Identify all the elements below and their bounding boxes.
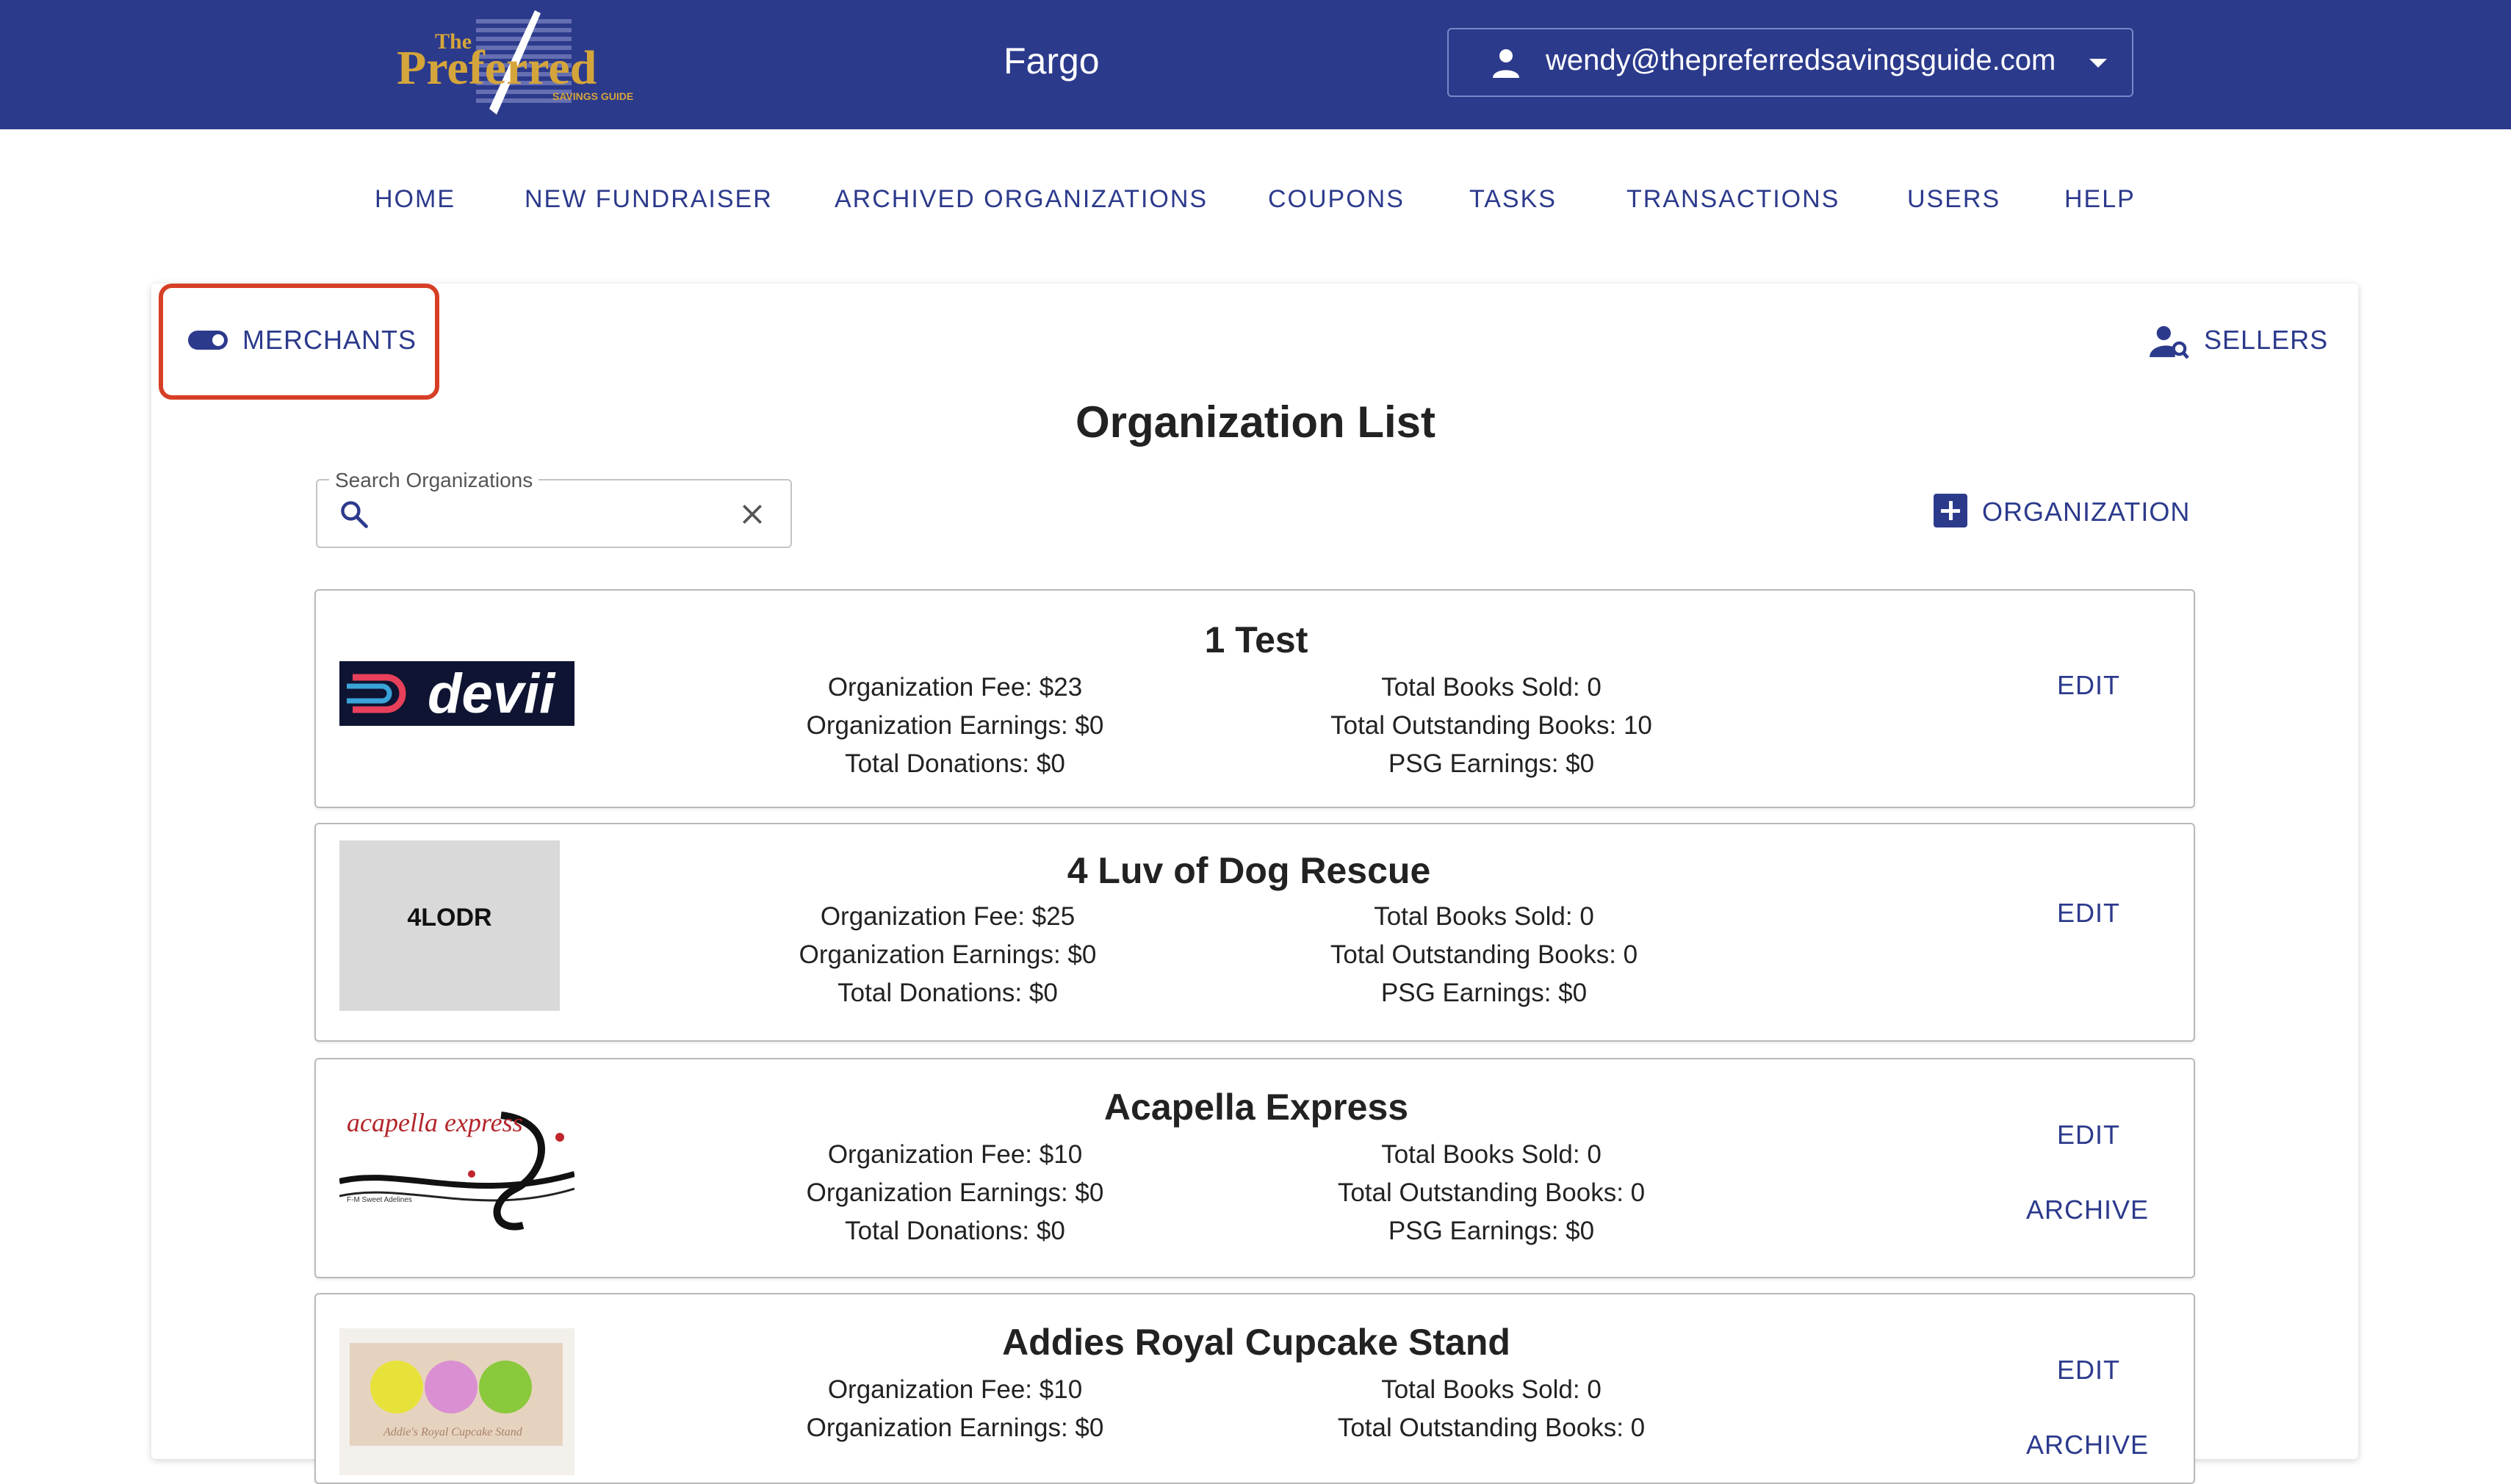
- logo-subtext: F-M Sweet Adelines: [347, 1196, 412, 1204]
- nav-item-help[interactable]: HELP: [2064, 185, 2136, 214]
- logo-sub-text: SAVINGS GUIDE: [552, 90, 633, 102]
- archive-button[interactable]: ARCHIVE: [2026, 1430, 2149, 1460]
- nav-item-home[interactable]: HOME: [375, 185, 455, 214]
- merchants-button[interactable]: MERCHANTS: [242, 325, 417, 356]
- preferred-savings-guide-logo[interactable]: The Preferred SAVINGS GUIDE: [395, 7, 645, 122]
- total-books-sold: Total Books Sold: 0: [1381, 1140, 1602, 1169]
- nav-item-transactions[interactable]: TRANSACTIONS: [1626, 185, 1840, 214]
- organization-name: 1 Test: [1204, 619, 1308, 660]
- search-input[interactable]: [382, 492, 720, 533]
- organization-fee: Organization Fee: $25: [820, 902, 1076, 931]
- logo-main-text: Preferred: [397, 41, 597, 95]
- logo-text: 4LODR: [407, 904, 492, 932]
- organization-earnings: Organization Earnings: $0: [799, 940, 1097, 969]
- logo-text: devii: [428, 663, 556, 725]
- total-outstanding-books: Total Outstanding Books: 10: [1330, 711, 1652, 740]
- search-label: Search Organizations: [329, 469, 539, 492]
- total-donations: Total Donations: $0: [845, 749, 1065, 778]
- nav-item-coupons[interactable]: COUPONS: [1268, 185, 1405, 214]
- user-account-menu[interactable]: wendy@thepreferredsavingsguide.com: [1447, 28, 2133, 97]
- chevron-down-icon: [2089, 59, 2107, 68]
- add-box-icon[interactable]: [1934, 494, 1967, 527]
- nav-item-tasks[interactable]: TASKS: [1469, 185, 1557, 214]
- total-outstanding-books: Total Outstanding Books: 0: [1337, 1413, 1646, 1442]
- organization-row: acapella express F-M Sweet Adelines Acap…: [314, 1058, 2195, 1278]
- edit-button[interactable]: EDIT: [2057, 1355, 2120, 1386]
- toggle-icon[interactable]: [188, 331, 228, 350]
- organization-name: 4 Luv of Dog Rescue: [1067, 850, 1431, 891]
- person-icon: [1493, 49, 1519, 78]
- psg-earnings: PSG Earnings: $0: [1388, 1217, 1595, 1245]
- total-books-sold: Total Books Sold: 0: [1381, 1375, 1602, 1404]
- organization-fee: Organization Fee: $10: [827, 1140, 1083, 1169]
- total-outstanding-books: Total Outstanding Books: 0: [1330, 940, 1638, 969]
- user-email: wendy@thepreferredsavingsguide.com: [1546, 44, 2056, 76]
- organization-fee: Organization Fee: $23: [827, 673, 1083, 702]
- organization-row: Addie's Royal Cupcake Stand Addies Royal…: [314, 1293, 2195, 1484]
- organization-earnings: Organization Earnings: $0: [806, 1178, 1104, 1207]
- organization-earnings: Organization Earnings: $0: [806, 1413, 1104, 1442]
- nav-item-users[interactable]: USERS: [1907, 185, 2000, 214]
- total-donations: Total Donations: $0: [837, 979, 1058, 1007]
- search-icon: [341, 501, 368, 528]
- organization-name: Addies Royal Cupcake Stand: [1002, 1322, 1510, 1363]
- person-search-icon[interactable]: [2150, 323, 2189, 360]
- total-donations: Total Donations: $0: [845, 1217, 1065, 1245]
- organization-earnings: Organization Earnings: $0: [806, 711, 1104, 740]
- organization-row: devii 1 Test Organization Fee: $23 Organ…: [314, 589, 2195, 808]
- page-title: Organization List: [1075, 397, 1436, 447]
- edit-button[interactable]: EDIT: [2057, 898, 2120, 929]
- add-organization-button[interactable]: ORGANIZATION: [1982, 497, 2190, 527]
- organization-row: 4LODR 4 Luv of Dog Rescue Organization F…: [314, 823, 2195, 1042]
- nav-item-new-fundraiser[interactable]: NEW FUNDRAISER: [525, 185, 773, 214]
- city-label: Fargo: [1004, 40, 1100, 82]
- sellers-button[interactable]: SELLERS: [2204, 325, 2328, 356]
- main-nav: HOME NEW FUNDRAISER ARCHIVED ORGANIZATIO…: [0, 185, 2511, 222]
- total-books-sold: Total Books Sold: 0: [1374, 902, 1594, 931]
- app-header: The Preferred SAVINGS GUIDE Fargo wendy@…: [0, 0, 2511, 129]
- logo-text: Addie's Royal Cupcake Stand: [383, 1426, 523, 1438]
- total-books-sold: Total Books Sold: 0: [1381, 673, 1602, 702]
- edit-button[interactable]: EDIT: [2057, 670, 2120, 701]
- close-icon[interactable]: [738, 500, 767, 529]
- total-outstanding-books: Total Outstanding Books: 0: [1337, 1178, 1646, 1207]
- psg-earnings: PSG Earnings: $0: [1388, 749, 1595, 778]
- organization-name: Acapella Express: [1103, 1087, 1409, 1128]
- organization-logo: devii: [339, 661, 574, 726]
- nav-item-archived-organizations[interactable]: ARCHIVED ORGANIZATIONS: [835, 185, 1208, 214]
- psg-earnings: PSG Earnings: $0: [1380, 979, 1588, 1007]
- archive-button[interactable]: ARCHIVE: [2026, 1195, 2149, 1225]
- organization-fee: Organization Fee: $10: [827, 1375, 1083, 1404]
- edit-button[interactable]: EDIT: [2057, 1120, 2120, 1150]
